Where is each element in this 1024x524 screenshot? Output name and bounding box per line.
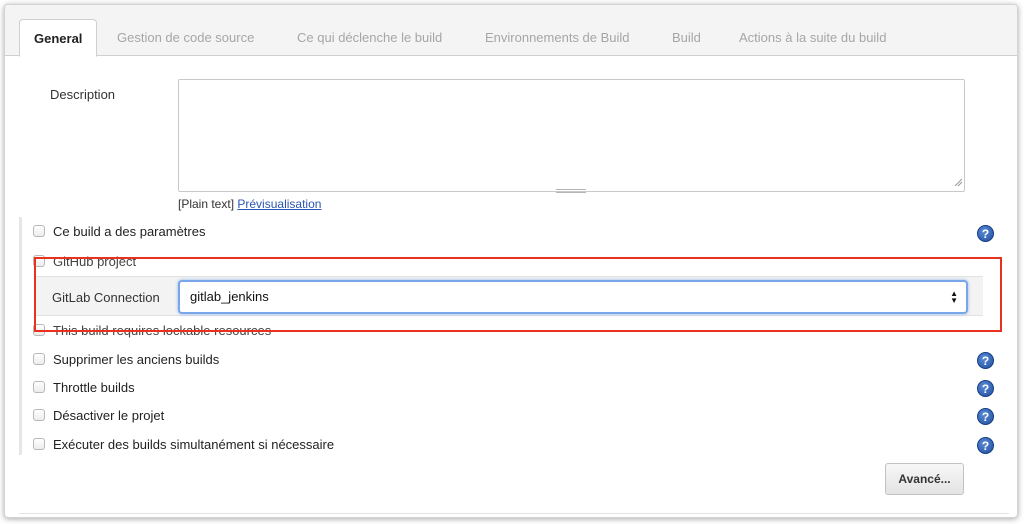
lockable-resources-checkbox[interactable]	[33, 324, 45, 336]
textarea-grip-icon[interactable]	[556, 188, 586, 194]
gitlab-connection-select[interactable]: gitlab_jenkins ▲ ▼	[178, 280, 968, 314]
description-format-line: [Plain text] Prévisualisation	[178, 197, 321, 211]
section-tabs: General Gestion de code source Ce qui dé…	[5, 5, 1017, 57]
option-parameters[interactable]: Ce build a des paramètres	[33, 223, 205, 239]
tab-general[interactable]: General	[19, 19, 98, 57]
description-label: Description	[50, 87, 116, 102]
parameters-checkbox[interactable]	[33, 225, 45, 237]
gitlab-connection-label: GitLab Connection	[52, 290, 160, 305]
concurrent-builds-label: Exécuter des builds simultanément si néc…	[53, 436, 335, 452]
option-disable-project[interactable]: Désactiver le projet	[33, 407, 164, 423]
discard-old-builds-label: Supprimer les anciens builds	[53, 351, 220, 367]
help-icon[interactable]: ?	[977, 437, 994, 454]
option-discard-old-builds[interactable]: Supprimer les anciens builds	[33, 351, 219, 367]
gitlab-connection-value: gitlab_jenkins	[190, 289, 269, 304]
disable-project-checkbox[interactable]	[33, 409, 45, 421]
help-icon[interactable]: ?	[977, 352, 994, 369]
description-textarea[interactable]	[178, 79, 965, 192]
tab-build-environment[interactable]: Environnements de Build	[471, 19, 644, 57]
help-icon[interactable]: ?	[977, 225, 994, 242]
section-indent-rule	[19, 217, 22, 455]
discard-old-builds-checkbox[interactable]	[33, 353, 45, 365]
preview-link[interactable]: Prévisualisation	[237, 197, 321, 211]
help-icon[interactable]: ?	[977, 380, 994, 397]
disable-project-label: Désactiver le projet	[53, 407, 165, 423]
select-arrows-icon: ▲ ▼	[950, 289, 958, 305]
tab-build[interactable]: Build	[658, 19, 715, 57]
bottom-divider	[19, 513, 1009, 514]
github-project-label: GitHub project	[53, 253, 137, 269]
github-project-checkbox[interactable]	[33, 255, 45, 267]
parameters-label: Ce build a des paramètres	[53, 223, 206, 239]
advanced-button[interactable]: Avancé...	[885, 463, 964, 495]
throttle-builds-checkbox[interactable]	[33, 381, 45, 393]
help-icon[interactable]: ?	[977, 408, 994, 425]
option-concurrent-builds[interactable]: Exécuter des builds simultanément si néc…	[33, 436, 334, 452]
option-github-project[interactable]: GitHub project	[33, 253, 136, 269]
option-lockable-resources[interactable]: This build requires lockable resources	[33, 322, 271, 338]
tab-post-build-actions[interactable]: Actions à la suite du build	[725, 19, 900, 57]
plain-text-label: [Plain text]	[178, 197, 235, 211]
throttle-builds-label: Throttle builds	[53, 379, 135, 395]
job-config-panel: General Gestion de code source Ce qui dé…	[4, 4, 1018, 518]
option-throttle-builds[interactable]: Throttle builds	[33, 379, 135, 395]
concurrent-builds-checkbox[interactable]	[33, 438, 45, 450]
tab-build-triggers[interactable]: Ce qui déclenche le build	[283, 19, 456, 57]
resize-handle-icon[interactable]	[953, 177, 963, 187]
lockable-resources-label: This build requires lockable resources	[53, 322, 272, 338]
tab-source-code[interactable]: Gestion de code source	[103, 19, 268, 57]
